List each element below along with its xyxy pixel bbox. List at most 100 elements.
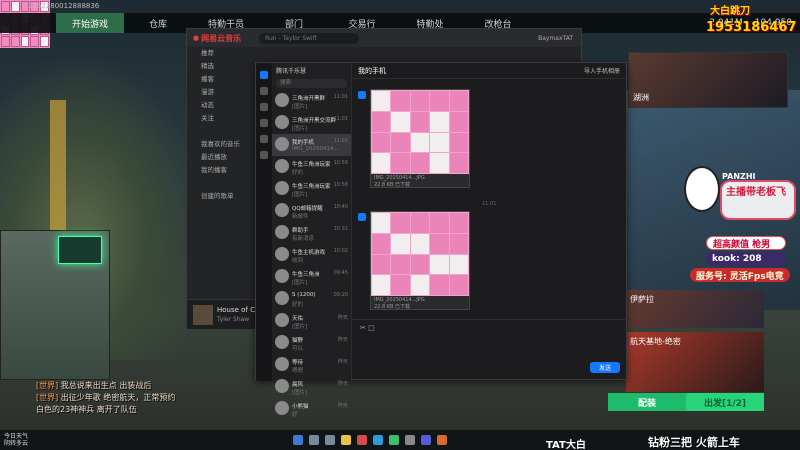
conversation-list: 腾讯千乐慧 搜索 三角洲开黑群 [图片] 11:01 三角洲开黑交流群 [图片] 11:0… bbox=[272, 63, 352, 418]
import-album-button[interactable]: 导入手机相册 bbox=[584, 66, 620, 75]
avatar bbox=[275, 335, 289, 349]
time-hint: 11:01 bbox=[482, 201, 497, 207]
list-item[interactable]: S (1200) 好的 09:20 bbox=[272, 288, 351, 310]
list-item[interactable]: 牛鱼三角洲玩家 [图片] 10:58 bbox=[272, 178, 351, 200]
music-nav-item[interactable]: 最近播放 bbox=[187, 151, 253, 164]
wechat-icon[interactable] bbox=[389, 435, 399, 445]
conversation-time: 昨天 bbox=[337, 381, 348, 387]
list-item[interactable]: 等待 嗯嗯 昨天 bbox=[272, 354, 351, 376]
conversation-preview: [图片] bbox=[292, 126, 308, 132]
input-tools[interactable]: ✂ □ bbox=[352, 320, 628, 336]
conversation-preview: [图片] bbox=[292, 390, 308, 396]
music-nav-item[interactable]: 播客 bbox=[187, 73, 253, 86]
music-nav-item[interactable]: 我喜欢的音乐 bbox=[187, 138, 253, 151]
music-search-input[interactable]: Run - Taylor Swift bbox=[259, 32, 360, 44]
chat-search-input[interactable]: 搜索 bbox=[276, 79, 347, 88]
conversation-name: 群助手 bbox=[292, 228, 309, 234]
conversation-time: 09:45 bbox=[333, 270, 348, 276]
avatar-icon[interactable] bbox=[260, 71, 268, 79]
chat-input-area[interactable]: ✂ □ 发送 bbox=[352, 319, 628, 381]
conversation-name: 三角洲开黑交流群 bbox=[292, 118, 337, 124]
conversation-name: 晨风 bbox=[292, 382, 304, 388]
windows-icon[interactable] bbox=[293, 435, 303, 445]
folder-icon[interactable] bbox=[260, 135, 268, 143]
music-nav-item[interactable]: 精选 bbox=[187, 60, 253, 73]
conversation-time: 11:01 bbox=[333, 138, 348, 144]
qq-icon[interactable] bbox=[373, 435, 383, 445]
app-icon[interactable] bbox=[437, 435, 447, 445]
music-nav-item[interactable]: 创建的歌单 bbox=[187, 190, 253, 203]
music-nav-item[interactable]: 推荐 bbox=[187, 47, 253, 60]
music-nav-spacer bbox=[187, 177, 253, 190]
conversation-name: QQ邮箱提醒 bbox=[292, 206, 323, 212]
conversation-preview: [图片] bbox=[292, 192, 308, 198]
conversation-preview: 好的 bbox=[292, 302, 304, 308]
tab-start-game[interactable]: 开始游戏 bbox=[56, 13, 124, 33]
list-item[interactable]: 天佑 [图片] 昨天 bbox=[272, 310, 351, 332]
avatar bbox=[275, 291, 289, 305]
conversation-name: 等待 bbox=[292, 360, 304, 366]
music-user[interactable]: BaymaxTAT bbox=[538, 35, 573, 42]
panda-mascot bbox=[684, 166, 720, 212]
star-icon[interactable] bbox=[260, 119, 268, 127]
music-logo: 网易云音乐 bbox=[201, 33, 242, 43]
music-nav-item[interactable]: 关注 bbox=[187, 112, 253, 125]
image-grid bbox=[371, 212, 469, 296]
conversation-preview: 好 bbox=[292, 412, 298, 418]
list-item[interactable]: 猫野 可以 昨天 bbox=[272, 332, 351, 354]
list-item[interactable]: 三角洲开黑交流群 [图片] 11:01 bbox=[272, 112, 351, 134]
app-icon[interactable] bbox=[405, 435, 415, 445]
avatar bbox=[275, 401, 289, 415]
loadout-button[interactable]: 配装 bbox=[608, 396, 686, 409]
list-item[interactable]: 晨风 [图片] 昨天 bbox=[272, 376, 351, 398]
avatar bbox=[275, 247, 289, 261]
list-item[interactable]: 小熊猫好 昨天 bbox=[272, 398, 351, 420]
conversation-preview: [图片] bbox=[292, 280, 308, 286]
music-nav-item[interactable]: 漫游 bbox=[187, 86, 253, 99]
image-meta: IMG_20250414...JPG 22.8 KB 已下载 bbox=[371, 174, 469, 188]
conversation-time: 昨天 bbox=[337, 315, 348, 321]
app-icon[interactable] bbox=[421, 435, 431, 445]
send-button[interactable]: 发送 bbox=[590, 362, 620, 373]
avatar bbox=[275, 357, 289, 371]
taskview-icon[interactable] bbox=[325, 435, 335, 445]
image-message[interactable]: IMG_20250414...JPG 22.8 KB 已下载 bbox=[370, 211, 470, 310]
avatar bbox=[275, 203, 289, 217]
contacts-icon[interactable] bbox=[260, 103, 268, 111]
music-nav-item[interactable]: 我的播客 bbox=[187, 164, 253, 177]
image-grid bbox=[371, 90, 469, 174]
netease-icon[interactable] bbox=[357, 435, 367, 445]
taskbar-icons bbox=[290, 435, 450, 445]
list-item[interactable]: 群助手 有新消息 10:31 bbox=[272, 222, 351, 244]
album-cover[interactable] bbox=[193, 305, 213, 325]
conversation-name: 牛鱼三角洲玩家 bbox=[292, 162, 331, 168]
chat-title-bar: 我的手机 导入手机相册 bbox=[352, 63, 628, 79]
card-label: 湖洲 bbox=[633, 93, 649, 102]
message-icon[interactable] bbox=[260, 87, 268, 95]
list-item[interactable]: 三角洲开黑群 [图片] 11:01 bbox=[272, 90, 351, 112]
pill-beauty: 超高颜值 枪男 bbox=[706, 236, 786, 250]
list-item[interactable]: 牛鱼主机游戏 收到 10:02 bbox=[272, 244, 351, 266]
active-chat-title: 我的手机 bbox=[358, 66, 386, 75]
conversation-name: 猫野 bbox=[292, 338, 304, 344]
list-item[interactable]: 牛鱼三角洲 [图片] 09:45 bbox=[272, 266, 351, 288]
session-id: 2252280012888836 bbox=[28, 2, 100, 10]
list-item[interactable]: QQ邮箱提醒 新邮件 10:40 bbox=[272, 200, 351, 222]
conversation-preview: IMG_20250414... bbox=[292, 146, 339, 152]
chat-rail bbox=[256, 63, 272, 381]
explorer-icon[interactable] bbox=[341, 435, 351, 445]
list-item[interactable]: 牛鱼三角洲玩家 好的 10:58 bbox=[272, 156, 351, 178]
conversation-name: 牛鱼三角洲 bbox=[292, 272, 320, 278]
tab-warehouse[interactable]: 仓库 bbox=[124, 13, 192, 33]
song-artist: Tyler Shaw bbox=[217, 316, 250, 323]
cloud-icon[interactable] bbox=[260, 151, 268, 159]
list-item[interactable]: 我的手机 IMG_20250414... 11:01 bbox=[272, 134, 351, 156]
sender-avatar bbox=[358, 91, 366, 99]
depart-button[interactable]: 出发[1/2] bbox=[686, 393, 764, 411]
music-nav-item[interactable]: 动态 bbox=[187, 99, 253, 112]
search-icon[interactable] bbox=[309, 435, 319, 445]
image-message[interactable]: IMG_20250414...JPG 22.8 KB 已下载 bbox=[370, 89, 470, 188]
conversation-name: 牛鱼三角洲玩家 bbox=[292, 184, 331, 190]
weather-widget[interactable]: 今日天气 阴转多云 bbox=[4, 433, 28, 447]
avatar bbox=[275, 159, 289, 173]
